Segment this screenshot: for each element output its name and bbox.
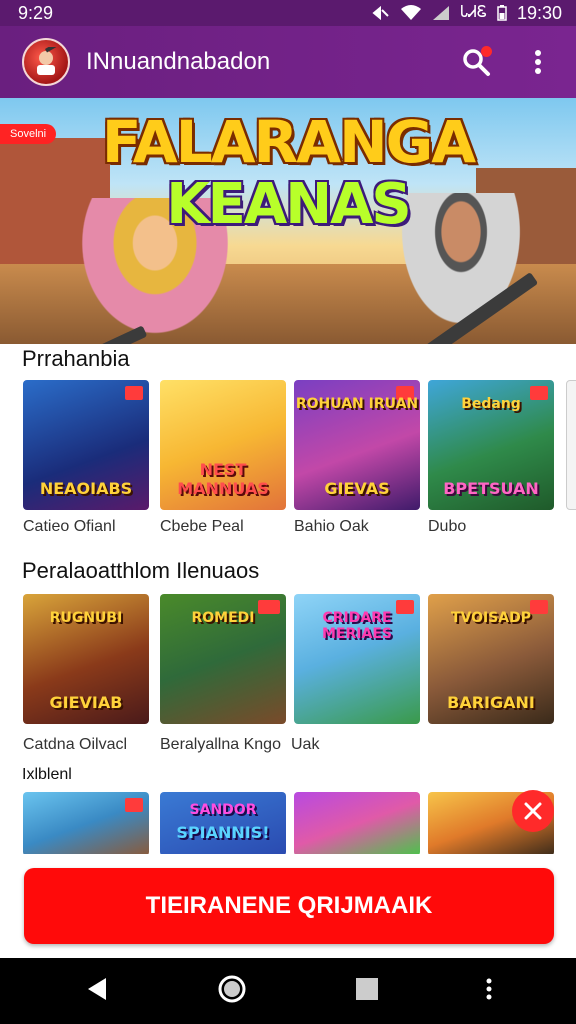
hero-title-line1: FALARANGA [101, 108, 476, 176]
system-nav-bar [0, 958, 576, 1024]
recents-icon [355, 977, 378, 1000]
overflow-menu-button[interactable] [516, 40, 560, 84]
tile-top-text: ROHUAN IRUAN [295, 396, 419, 412]
game-row: RUGNUBI GIEVIAB ROMEDI CRIDARE MERIAES T… [0, 594, 576, 764]
game-tile[interactable]: ROHUAN IRUAN GIEVAS [294, 380, 420, 510]
more-vert-icon [535, 50, 541, 74]
more-vert-icon [486, 978, 492, 999]
tile-top-text: Bedang [461, 396, 521, 412]
game-caption: Beralyallna Kngo [160, 736, 281, 753]
search-button[interactable] [454, 40, 498, 84]
hero-badge: Sovelni [0, 124, 57, 144]
game-row: NEAOIABS NEST MANNUAS ROHUAN IRUAN GIEVA… [0, 380, 576, 550]
game-caption: Bahio Oak [294, 518, 369, 535]
character-logo-icon [37, 47, 60, 75]
status-time-right: 19:30 [516, 2, 562, 23]
tile-top-text: ROMEDI [191, 610, 255, 626]
game-tile-partial[interactable] [566, 380, 576, 510]
battery-icon [497, 5, 507, 21]
cta-container: TIEIRANENE QRIJMAAIK [0, 854, 576, 958]
section-title: Ixlblenl [22, 766, 72, 783]
game-tile[interactable]: RUGNUBI GIEVIAB [23, 594, 149, 724]
game-tile[interactable]: Bedang BPETSUAN [428, 380, 554, 510]
game-tile[interactable]: CRIDARE MERIAES [294, 594, 420, 724]
signal-icon [433, 6, 450, 20]
tile-art-text: BARIGANI [447, 693, 535, 712]
hero-title-line2: KEANAS [166, 172, 412, 237]
app-title: INnuandnabadon [86, 48, 271, 75]
tile-art-text: GIEVIAB [49, 693, 123, 712]
tile-badge [125, 386, 143, 400]
home-icon [218, 975, 246, 1002]
tile-art-text: NEAOIABS [39, 479, 133, 498]
tile-art-text: SPIANNIS! [176, 823, 270, 842]
home-button[interactable] [217, 974, 247, 1009]
recents-button[interactable] [355, 977, 379, 1006]
game-tile[interactable]: NEAOIABS [23, 380, 149, 510]
game-caption: Catdna Oilvacl [23, 736, 128, 753]
wifi-icon [401, 5, 422, 20]
tile-badge [125, 798, 143, 812]
status-carrier: ᏓᏗᏋ [460, 4, 487, 21]
tile-top-text: RUGNUBI [49, 610, 123, 626]
game-caption: Cbebe Peal [160, 518, 244, 535]
dnd-icon [372, 6, 389, 20]
status-time-left: 9:29 [18, 2, 54, 23]
game-tile[interactable]: NEST MANNUAS [160, 380, 286, 510]
tile-top-text: CRIDARE MERIAES [322, 610, 392, 642]
promo-fab[interactable] [512, 790, 554, 832]
notification-dot [481, 46, 492, 57]
app-logo[interactable] [22, 38, 70, 86]
tile-top-text: SANDOR [189, 802, 257, 818]
tile-art-text: NEST MANNUAS [177, 460, 269, 498]
app-bar: INnuandnabadon [0, 26, 576, 98]
back-button[interactable] [84, 976, 110, 1007]
game-caption: Dubo [428, 518, 467, 535]
status-bar: 9:29 ᏓᏗᏋ 19:30 [0, 0, 576, 26]
game-tile[interactable] [294, 792, 420, 856]
tile-top-text: TVOISADP [450, 610, 532, 626]
tile-art-text: GIEVAS [324, 479, 390, 498]
game-row: SANDOR SPIANNIS! [0, 792, 576, 856]
game-caption: Catieo Ofianl [23, 518, 116, 535]
tile-art-text: BPETSUAN [443, 479, 539, 498]
status-icons: ᏓᏗᏋ 19:30 [372, 3, 562, 24]
tag-icon [524, 802, 542, 820]
back-icon [87, 977, 106, 1000]
game-tile[interactable]: ROMEDI [160, 594, 286, 724]
nav-overflow-button[interactable] [486, 978, 492, 1005]
game-caption: Uak [291, 736, 320, 753]
section-title: Prrahanbia [22, 346, 130, 371]
section-title: Peralaoatthlom Ilenuaos [22, 558, 260, 583]
game-tile[interactable]: SANDOR SPIANNIS! [160, 792, 286, 856]
game-tile[interactable]: TVOISADP BARIGANI [428, 594, 554, 724]
game-tile[interactable] [23, 792, 149, 856]
install-button[interactable]: TIEIRANENE QRIJMAAIK [24, 868, 554, 944]
hero-banner[interactable]: FALARANGA KEANAS [0, 98, 576, 344]
